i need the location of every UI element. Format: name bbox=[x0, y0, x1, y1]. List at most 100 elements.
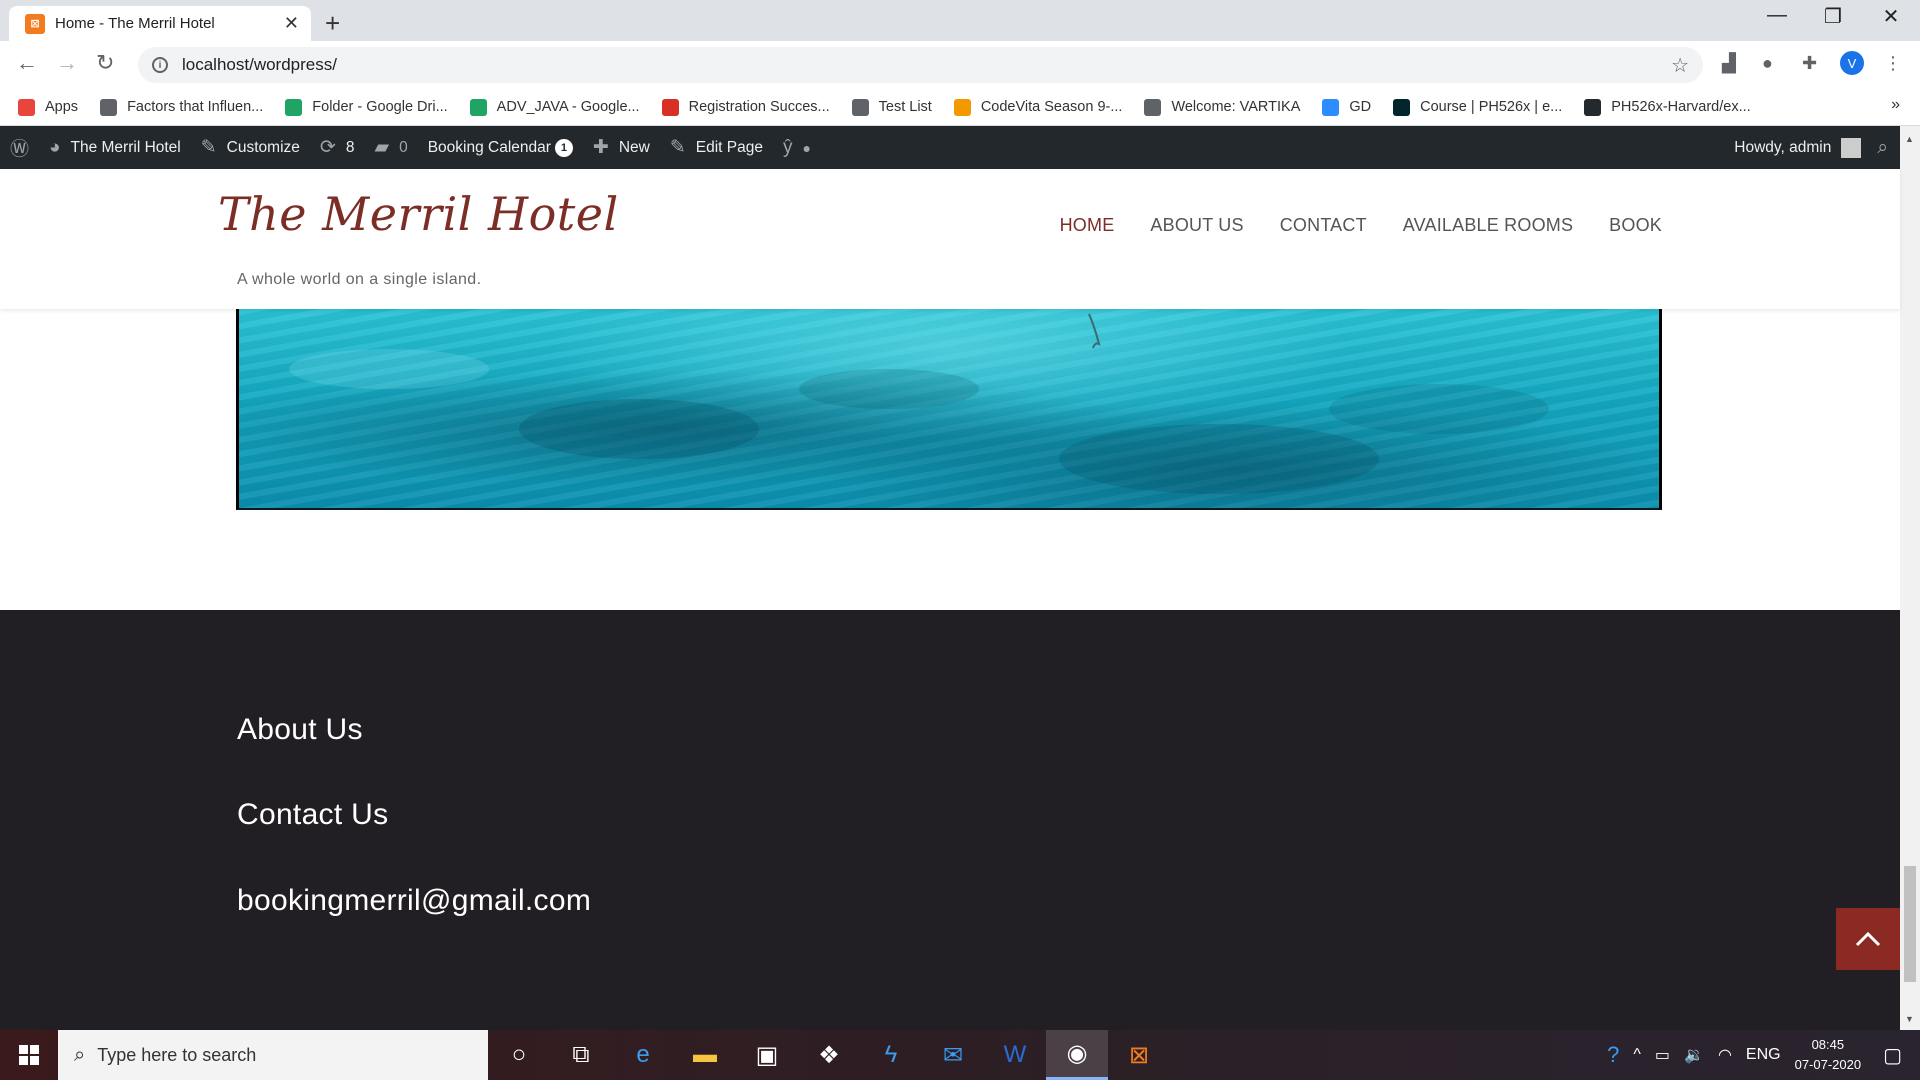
site-header: The Merril Hotel A whole world on a sing… bbox=[0, 169, 1900, 309]
scroll-to-top-button[interactable] bbox=[1836, 908, 1900, 970]
battery-icon[interactable]: ▭ bbox=[1655, 1045, 1670, 1065]
file-explorer-icon[interactable]: ▬ bbox=[674, 1030, 736, 1080]
visual-studio-icon[interactable]: ϟ bbox=[860, 1030, 922, 1080]
dashboard-icon: ◕ bbox=[49, 136, 61, 158]
bookmark-item[interactable]: Apps bbox=[18, 98, 78, 116]
nav-item-book[interactable]: BOOK bbox=[1609, 215, 1662, 236]
adminbar-site-name-label: The Merril Hotel bbox=[70, 138, 181, 156]
browser-tab-active[interactable]: ⊠ Home - The Merril Hotel ✕ bbox=[9, 6, 311, 41]
hero-ocean-image bbox=[236, 309, 1662, 510]
chrome-icon[interactable]: ◉ bbox=[1046, 1030, 1108, 1080]
bookmark-favicon-icon bbox=[953, 98, 971, 116]
site-title[interactable]: The Merril Hotel bbox=[218, 187, 619, 241]
scrollbar-thumb[interactable] bbox=[1904, 866, 1916, 982]
page-scrollbar[interactable]: ▲ ▼ bbox=[1900, 126, 1920, 1030]
restore-button[interactable]: ❐ bbox=[1804, 4, 1862, 29]
dropbox-icon[interactable]: ❖ bbox=[798, 1030, 860, 1080]
adminbar-booking-calendar[interactable]: Booking Calendar 1 bbox=[428, 138, 573, 157]
nav-item-contact[interactable]: CONTACT bbox=[1280, 215, 1367, 236]
chrome-menu-icon[interactable]: ⋮ bbox=[1884, 53, 1902, 74]
extensions-puzzle-icon[interactable]: ✚ bbox=[1802, 53, 1817, 74]
pencil-icon: ✎ bbox=[669, 137, 686, 158]
profile-avatar[interactable]: V bbox=[1840, 51, 1864, 75]
action-center-icon[interactable]: ▢ bbox=[1883, 1043, 1902, 1068]
nav-item-home[interactable]: HOME bbox=[1060, 215, 1115, 236]
show-hidden-icons-chevron-icon[interactable]: ^ bbox=[1633, 1046, 1641, 1064]
adminbar-site-name[interactable]: ◕ The Merril Hotel bbox=[49, 137, 181, 159]
scroll-up-arrow-icon[interactable]: ▲ bbox=[1905, 134, 1914, 144]
back-button[interactable]: ← bbox=[16, 50, 38, 76]
bookmark-item[interactable]: Registration Succes... bbox=[661, 98, 830, 116]
task-view-icon[interactable]: ⧉ bbox=[550, 1030, 612, 1080]
bookmark-item[interactable]: Folder - Google Dri... bbox=[285, 98, 448, 116]
extension-analytics-icon[interactable]: ▟ bbox=[1722, 53, 1736, 74]
store-icon[interactable]: ▣ bbox=[736, 1030, 798, 1080]
xampp-icon[interactable]: ⊠ bbox=[1108, 1030, 1170, 1080]
reload-button[interactable]: ↻ bbox=[96, 50, 114, 76]
extension-circle-icon[interactable]: ● bbox=[1762, 53, 1773, 74]
bookmark-item[interactable]: Course | PH526x | e... bbox=[1393, 98, 1562, 116]
site-info-icon[interactable]: i bbox=[152, 57, 168, 73]
wifi-icon[interactable]: ◠ bbox=[1718, 1045, 1732, 1065]
close-tab-icon[interactable]: ✕ bbox=[284, 13, 299, 34]
taskbar-search[interactable]: ⌕ Type here to search bbox=[58, 1030, 488, 1080]
bookmark-item[interactable]: Welcome: VARTIKA bbox=[1144, 98, 1300, 116]
booking-badge: 1 bbox=[554, 138, 573, 157]
start-button[interactable] bbox=[0, 1030, 58, 1080]
bookmarks-overflow-icon[interactable]: » bbox=[1891, 96, 1900, 114]
bookmark-item[interactable]: Test List bbox=[851, 98, 932, 116]
bookmark-item[interactable]: GD bbox=[1322, 98, 1371, 116]
bookmark-item[interactable]: PH526x-Harvard/ex... bbox=[1584, 98, 1751, 116]
search-icon[interactable]: ⌕ bbox=[1877, 137, 1888, 159]
scroll-down-arrow-icon[interactable]: ▼ bbox=[1905, 1014, 1914, 1024]
comment-icon: ▰ bbox=[374, 137, 390, 158]
adminbar-yoast[interactable]: ŷ ● bbox=[783, 137, 821, 159]
adminbar-account[interactable]: Howdy, admin ⌕ bbox=[1734, 126, 1900, 169]
adminbar-new[interactable]: ✚ New bbox=[593, 136, 650, 159]
adminbar-edit-page[interactable]: ✎ Edit Page bbox=[670, 136, 763, 159]
clock[interactable]: 08:45 07-07-2020 bbox=[1795, 1035, 1862, 1075]
bookmark-item[interactable]: ADV_JAVA - Google... bbox=[469, 98, 640, 116]
bookmark-star-icon[interactable]: ☆ bbox=[1671, 53, 1689, 78]
yoast-icon: ŷ bbox=[783, 136, 793, 158]
bookmark-label: Factors that Influen... bbox=[127, 99, 264, 115]
footer-contact-us[interactable]: Contact Us bbox=[237, 798, 388, 832]
address-bar[interactable]: i localhost/wordpress/ ☆ bbox=[138, 47, 1703, 83]
edge-icon[interactable]: e bbox=[612, 1030, 674, 1080]
comments-count: 0 bbox=[399, 138, 408, 156]
mail-icon[interactable]: ✉ bbox=[922, 1030, 984, 1080]
new-tab-button[interactable]: + bbox=[325, 8, 340, 39]
browser-toolbar: ← → ↻ i localhost/wordpress/ ☆ ▟ ● ✚ ⋮ bbox=[0, 41, 1920, 89]
footer-about-us[interactable]: About Us bbox=[237, 713, 363, 747]
close-window-button[interactable]: ✕ bbox=[1862, 4, 1920, 29]
windows-taskbar: ⌕ Type here to search ○ ⧉ e ▬ ▣ ❖ ϟ ✉ W … bbox=[0, 1030, 1920, 1080]
bookmark-item[interactable]: CodeVita Season 9-... bbox=[953, 98, 1122, 116]
edit-page-label: Edit Page bbox=[695, 138, 763, 156]
brush-icon: ✎ bbox=[200, 137, 217, 158]
nav-item-available-rooms[interactable]: AVAILABLE ROOMS bbox=[1403, 215, 1573, 236]
footer-email[interactable]: bookingmerril@gmail.com bbox=[237, 884, 591, 918]
forward-button[interactable]: → bbox=[56, 50, 78, 76]
search-icon: ⌕ bbox=[74, 1043, 86, 1066]
minimize-button[interactable]: — bbox=[1748, 4, 1806, 27]
bookmark-item[interactable]: Factors that Influen... bbox=[100, 98, 264, 116]
howdy-label: Howdy, admin bbox=[1734, 138, 1832, 156]
cortana-icon[interactable]: ○ bbox=[488, 1030, 550, 1080]
seo-status-dot-icon: ● bbox=[802, 139, 811, 156]
nav-item-about-us[interactable]: ABOUT US bbox=[1150, 215, 1243, 236]
bookmark-favicon-icon bbox=[469, 98, 487, 116]
volume-icon[interactable]: 🔉 bbox=[1684, 1045, 1704, 1065]
help-icon[interactable]: ? bbox=[1607, 1042, 1619, 1068]
bookmark-favicon-icon bbox=[1584, 98, 1602, 116]
site-footer: About Us Contact Us bookingmerril@gmail.… bbox=[0, 610, 1900, 1030]
adminbar-updates[interactable]: ⟳ 8 bbox=[320, 136, 355, 159]
adminbar-customize[interactable]: ✎ Customize bbox=[201, 136, 300, 159]
word-icon[interactable]: W bbox=[984, 1030, 1046, 1080]
bookmarks-bar: Apps Factors that Influen... Folder - Goog… bbox=[0, 89, 1920, 126]
bookmark-favicon-icon bbox=[851, 98, 869, 116]
wordpress-logo-icon[interactable]: Ⓦ bbox=[10, 134, 29, 161]
bookmark-label: PH526x-Harvard/ex... bbox=[1611, 99, 1751, 115]
language-indicator[interactable]: ENG bbox=[1746, 1046, 1781, 1064]
adminbar-comments[interactable]: ▰ 0 bbox=[374, 136, 407, 159]
clock-date: 07-07-2020 bbox=[1794, 1057, 1862, 1072]
